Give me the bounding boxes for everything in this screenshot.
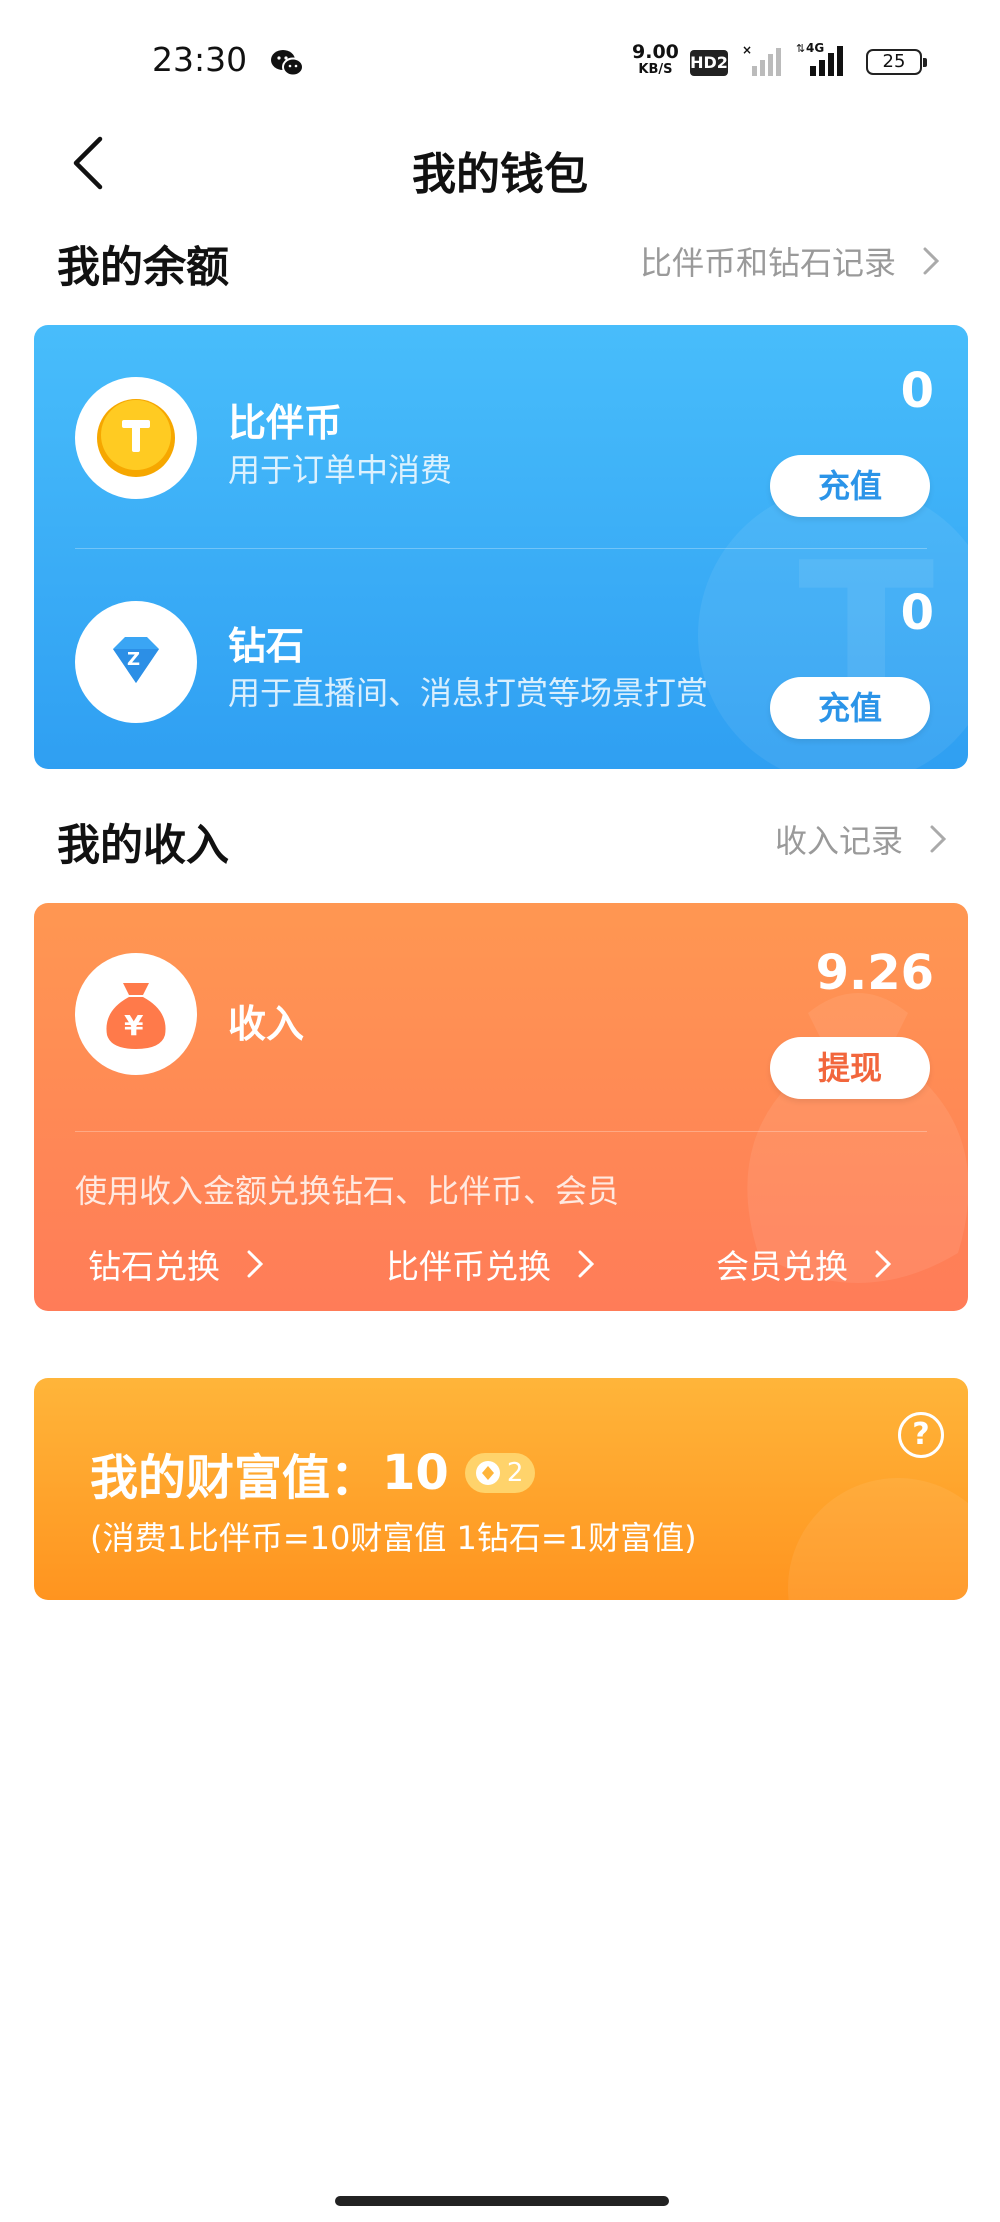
balance-card: T 比伴币 用于订单中消费 0 充值 Z 钻石 用于直播间、消息打赏等场景打赏 … bbox=[34, 325, 968, 769]
balance-divider bbox=[75, 548, 927, 549]
chevron-right-icon bbox=[930, 825, 947, 853]
diamond-exchange-link[interactable]: 钻石兑换 bbox=[88, 1240, 264, 1288]
svg-text:Z: Z bbox=[127, 649, 140, 670]
network-speed: 9.00 KB/S bbox=[632, 41, 679, 78]
balance-section-title: 我的余额 bbox=[57, 243, 229, 293]
wealth-label: 我的财富值： bbox=[90, 1450, 379, 1506]
coin-icon bbox=[97, 399, 175, 477]
moneybag-icon: ¥ bbox=[106, 983, 166, 1049]
page-title: 我的钱包 bbox=[412, 149, 588, 200]
wealth-value: 10 bbox=[382, 1445, 449, 1501]
coin-recharge-button[interactable]: 充值 bbox=[770, 455, 930, 517]
income-amount: 9.26 bbox=[815, 945, 934, 1001]
network-type: 4G bbox=[806, 41, 824, 55]
diamond-recharge-button[interactable]: 充值 bbox=[770, 677, 930, 739]
chevron-right-icon bbox=[875, 1250, 892, 1278]
diamond-exchange-label: 钻石兑换 bbox=[88, 1247, 220, 1286]
coin-exchange-link[interactable]: 比伴币兑换 bbox=[386, 1240, 595, 1288]
diamond-icon: Z bbox=[113, 637, 159, 683]
level-gem-icon bbox=[475, 1461, 500, 1485]
svg-text:¥: ¥ bbox=[124, 1009, 144, 1042]
svg-text:⇅: ⇅ bbox=[796, 42, 805, 55]
income-title: 收入 bbox=[228, 1002, 305, 1046]
balance-record-link[interactable]: 比伴币和钻石记录 bbox=[640, 238, 940, 284]
hd-badge: HD2 bbox=[690, 50, 728, 76]
coin-description: 用于订单中消费 bbox=[228, 451, 453, 489]
withdraw-button[interactable]: 提现 bbox=[770, 1037, 930, 1099]
diamond-balance: 0 bbox=[900, 585, 934, 641]
chevron-right-icon bbox=[247, 1250, 264, 1278]
wealth-card: 我的财富值： 10 2 (消费1比伴币=10财富值 1钻石=1财富值) ? bbox=[34, 1378, 968, 1600]
income-record-label: 收入记录 bbox=[775, 822, 904, 860]
wealth-row: 我的财富值： 10 2 bbox=[90, 1438, 536, 1508]
balance-record-label: 比伴币和钻石记录 bbox=[640, 244, 897, 282]
wealth-watermark-icon bbox=[788, 1478, 968, 1600]
wealth-level-badge: 2 bbox=[464, 1453, 536, 1493]
diamond-icon-wrapper: Z bbox=[75, 601, 197, 723]
svg-text:×: × bbox=[742, 44, 752, 57]
member-exchange-link[interactable]: 会员兑换 bbox=[716, 1240, 892, 1288]
diamond-description: 用于直播间、消息打赏等场景打赏 bbox=[228, 674, 709, 712]
income-card: ¥ 收入 9.26 提现 使用收入金额兑换钻石、比伴币、会员 钻石兑换 比伴币兑… bbox=[34, 903, 968, 1311]
status-time: 23:30 bbox=[152, 40, 248, 79]
home-indicator[interactable] bbox=[335, 2196, 669, 2206]
moneybag-icon-wrapper: ¥ bbox=[75, 953, 197, 1075]
network-speed-value: 9.00 bbox=[632, 41, 679, 63]
income-record-link[interactable]: 收入记录 bbox=[775, 816, 947, 862]
signal-icon-sim1: × bbox=[742, 44, 781, 76]
member-exchange-label: 会员兑换 bbox=[716, 1247, 848, 1286]
network-speed-unit: KB/S bbox=[638, 62, 673, 77]
wealth-rule: (消费1比伴币=10财富值 1钻石=1财富值) bbox=[90, 1519, 697, 1557]
coin-icon-wrapper bbox=[75, 377, 197, 499]
income-section-title: 我的收入 bbox=[57, 821, 229, 871]
exchange-hint: 使用收入金额兑换钻石、比伴币、会员 bbox=[75, 1172, 620, 1210]
battery-indicator: 25 bbox=[866, 49, 927, 75]
coin-title: 比伴币 bbox=[228, 401, 343, 445]
signal-icon-sim2: ⇅ 4G bbox=[796, 41, 843, 76]
help-icon[interactable]: ? bbox=[898, 1412, 944, 1458]
wealth-level: 2 bbox=[506, 1458, 524, 1488]
income-divider bbox=[75, 1131, 927, 1132]
chevron-right-icon bbox=[578, 1250, 595, 1278]
diamond-title: 钻石 bbox=[228, 624, 305, 668]
chevron-right-icon bbox=[923, 247, 940, 275]
wechat-icon bbox=[271, 50, 304, 77]
coin-balance: 0 bbox=[900, 363, 934, 419]
coin-exchange-label: 比伴币兑换 bbox=[386, 1247, 551, 1286]
